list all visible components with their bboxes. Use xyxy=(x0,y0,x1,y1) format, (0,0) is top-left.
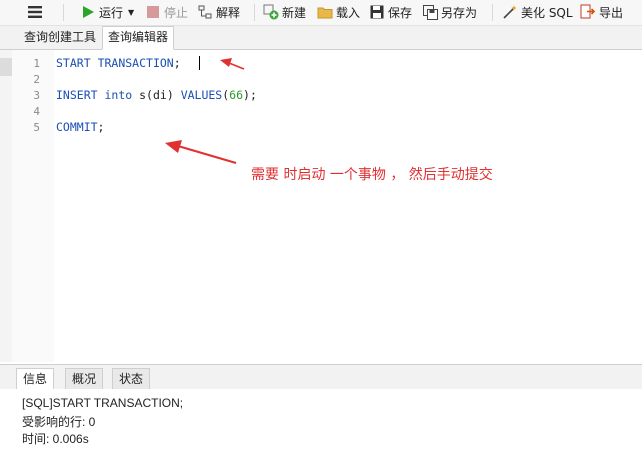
info-affected-rows: 受影响的行: 0 xyxy=(22,415,96,429)
tab-overview[interactable]: 概况 xyxy=(65,368,104,389)
info-pane: [SQL]START TRANSACTION; 受影响的行: 0 时间: 0.0… xyxy=(0,389,642,456)
info-sql-line: [SQL]START TRANSACTION; xyxy=(22,396,184,410)
annotation-arrow-2 xyxy=(165,140,237,164)
tab-info[interactable]: 信息 xyxy=(16,368,55,390)
annotation-arrow-1 xyxy=(220,58,245,70)
annotation-text: 需要 时启动 一个事物 ， 然后手动提交 xyxy=(251,167,493,183)
tab-status[interactable]: 状态 xyxy=(112,368,151,389)
result-tab-bar: 信息 概况 状态 xyxy=(0,364,642,390)
info-time: 时间: 0.006s xyxy=(22,432,89,446)
